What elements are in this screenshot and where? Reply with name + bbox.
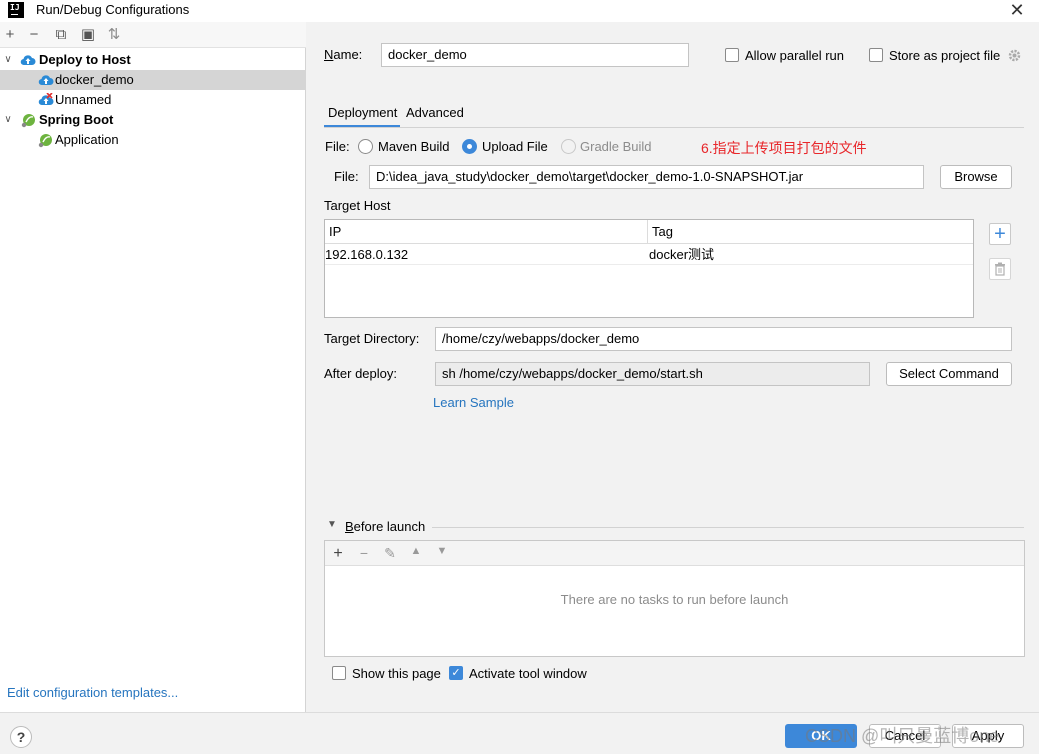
delete-host-button[interactable] [989,258,1011,280]
cell-ip: 192.168.0.132 [325,247,409,262]
collapse-triangle-icon[interactable]: ▼ [327,519,337,530]
annotation-text: 6.指定上传项目打包的文件 [701,140,867,156]
maven-build-radio[interactable] [358,139,373,154]
target-host-label: Target Host [324,198,391,213]
target-directory-label: Target Directory: [324,331,420,346]
store-project-checkbox[interactable] [869,48,883,62]
select-command-button[interactable]: Select Command [886,362,1012,386]
cloud-upload-error-icon [38,93,54,106]
tree-item-deploy-to-host[interactable]: ∨ Deploy to Host [0,50,306,70]
tree-item-application[interactable]: Application [0,130,306,150]
before-launch-toolbar [325,541,1024,566]
cell-tag: docker测试 [649,247,715,262]
tree-label: Spring Boot [39,112,114,127]
sort-icon[interactable]: ⇅ [106,26,122,44]
name-label: Name: [324,47,363,62]
name-input[interactable]: docker_demo [381,43,689,67]
add-task-icon[interactable]: + [330,545,346,563]
after-deploy-label: After deploy: [324,366,397,381]
tree-label: Application [55,132,119,147]
tab-advanced[interactable]: Advanced [406,105,464,120]
folder-icon[interactable]: ▣ [80,26,96,44]
gradle-build-radio [561,139,576,154]
tree-item-unnamed[interactable]: Unnamed [0,90,306,110]
spring-boot-icon [21,114,35,128]
empty-tasks-text: There are no tasks to run before launch [560,592,789,607]
add-icon[interactable]: + [2,26,18,44]
tree-item-docker-demo[interactable]: docker_demo [0,70,306,90]
sidebar-toolbar [0,22,306,48]
activate-tool-checkbox[interactable]: ✓ [449,666,463,680]
tree-item-spring-boot[interactable]: ∨ Spring Boot [0,110,306,130]
remove-task-icon[interactable]: − [356,545,372,561]
upload-file-radio[interactable] [462,139,477,154]
tab-deployment[interactable]: Deployment [324,105,400,128]
store-project-label[interactable]: Store as project file [889,48,1000,63]
file-path-label: File: [334,169,359,184]
cloud-upload-icon [20,55,36,66]
help-icon[interactable]: ? [10,726,32,748]
browse-button[interactable]: Browse [940,165,1012,189]
watermark: CSDN @叫只曼蓝博one [805,726,1000,746]
chevron-down-icon[interactable]: ∨ [3,110,13,130]
edit-templates-link[interactable]: Edit configuration templates... [7,685,178,700]
column-header-ip[interactable]: IP [325,220,648,244]
maven-build-label[interactable]: Maven Build [378,139,450,154]
column-header-tag[interactable]: Tag [648,220,973,244]
upload-file-label[interactable]: Upload File [482,139,548,154]
section-divider [432,527,1024,528]
cloud-upload-icon [38,75,54,86]
move-up-icon[interactable]: ▲ [408,545,424,557]
file-mode-label: File: [325,139,350,154]
file-path-input[interactable]: D:\idea_java_study\docker_demo\target\do… [369,165,924,189]
show-page-label[interactable]: Show this page [352,666,441,681]
add-host-button[interactable]: + [989,223,1011,245]
gear-icon[interactable] [1007,48,1022,63]
tab-divider [324,127,1024,128]
allow-parallel-label[interactable]: Allow parallel run [745,48,844,63]
table-row[interactable]: 192.168.0.132 docker测试 [325,245,973,265]
chevron-down-icon[interactable]: ∨ [3,50,13,70]
before-launch-label: Before launch [345,519,426,534]
activate-tool-label[interactable]: Activate tool window [469,666,587,681]
gradle-build-label: Gradle Build [580,139,652,154]
allow-parallel-checkbox[interactable] [725,48,739,62]
target-directory-input[interactable]: /home/czy/webapps/docker_demo [435,327,1012,351]
spring-boot-icon [38,134,52,148]
tree-label: docker_demo [55,72,134,87]
tab-label: Deployment [328,105,398,120]
intellij-logo-icon: IJ [8,2,24,18]
copy-icon[interactable]: ⧉ [53,26,69,44]
close-icon[interactable]: ✕ [1008,0,1026,20]
after-deploy-input[interactable]: sh /home/czy/webapps/docker_demo/start.s… [435,362,870,386]
learn-sample-link[interactable]: Learn Sample [433,395,514,410]
remove-icon[interactable]: − [26,26,42,44]
tree-label: Unnamed [55,92,112,107]
window-title: Run/Debug Configurations [36,2,190,17]
tree-label: Deploy to Host [39,52,131,67]
edit-task-icon[interactable]: ✎ [382,545,398,562]
show-page-checkbox[interactable] [332,666,346,680]
trash-icon [995,262,1005,276]
move-down-icon[interactable]: ▼ [434,545,450,557]
